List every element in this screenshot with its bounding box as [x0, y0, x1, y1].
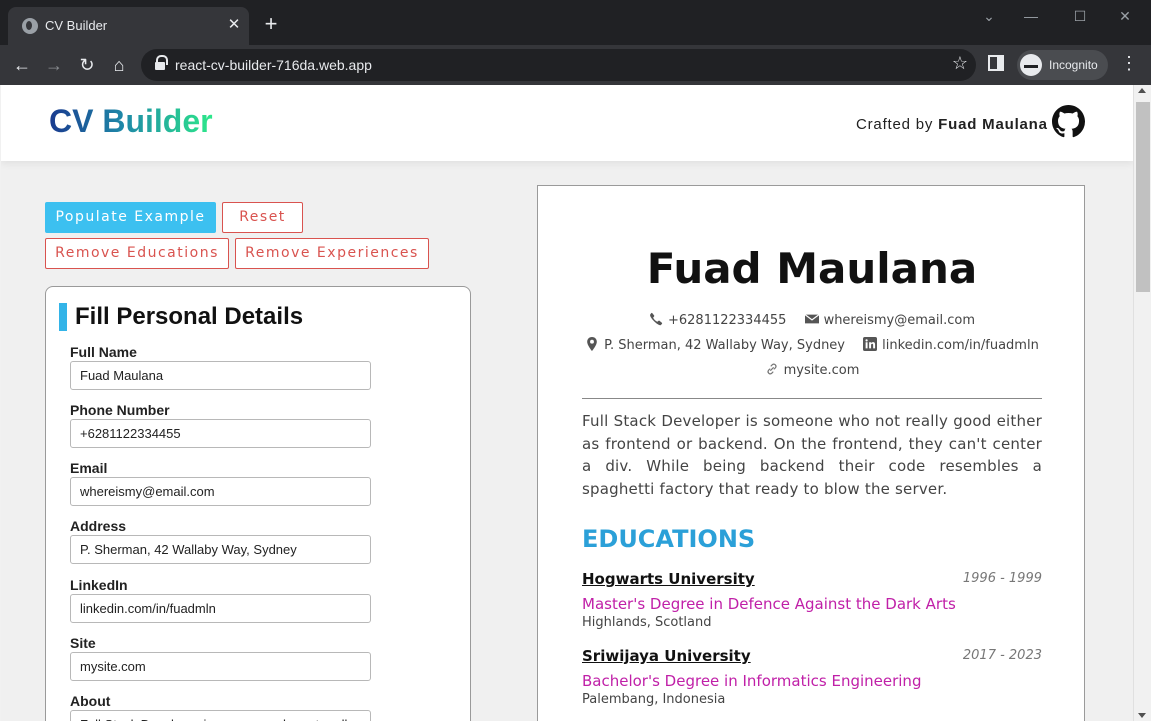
contact-linkedin: linkedin.com/in/fuadmln [863, 337, 1039, 353]
cv-email: whereismy@email.com [823, 313, 975, 328]
star-icon[interactable]: ☆ [952, 53, 968, 74]
globe-icon [22, 18, 38, 34]
education-school: Sriwijaya University [582, 647, 751, 665]
logo-part-1: CV [49, 103, 94, 139]
back-icon[interactable]: ← [10, 53, 34, 77]
contact-row-3: mysite.com [538, 362, 1086, 378]
contact-row-2: P. Sherman, 42 Wallaby Way, Sydney linke… [538, 337, 1086, 353]
about-label: About [70, 693, 111, 709]
site-header: CV Builder Crafted by Fuad Maulana [1, 85, 1133, 161]
crafted-by: Crafted by Fuad Maulana [856, 116, 1048, 133]
map-pin-icon [587, 337, 597, 351]
kebab-menu-icon[interactable]: ⋮ [1120, 53, 1138, 74]
phone-icon [650, 312, 663, 326]
browser-toolbar: ← → ↻ ⌂ react-cv-builder-716da.web.app ☆… [0, 45, 1151, 85]
education-degree: Master's Degree in Defence Against the D… [582, 595, 956, 613]
page-scrollbar[interactable] [1133, 85, 1151, 721]
education-place: Highlands, Scotland [582, 615, 712, 630]
cv-linkedin[interactable]: linkedin.com/in/fuadmln [882, 338, 1039, 353]
linkedin-label: LinkedIn [70, 577, 128, 593]
address-label: Address [70, 518, 127, 534]
contact-address: P. Sherman, 42 Wallaby Way, Sydney [585, 337, 845, 353]
incognito-badge[interactable]: Incognito [1017, 50, 1108, 80]
github-icon[interactable] [1052, 105, 1085, 138]
site-label: Site [70, 635, 96, 651]
education-school: Hogwarts University [582, 570, 755, 588]
linkedin-input[interactable]: linkedin.com/in/fuadmln [70, 594, 371, 623]
contact-phone: +6281122334455 [649, 312, 786, 328]
phone-label: Phone Number [70, 402, 170, 418]
title-accent-bar [59, 303, 67, 331]
email-label: Email [70, 460, 108, 476]
envelope-icon [804, 314, 819, 324]
scroll-up-arrow-icon[interactable] [1138, 88, 1146, 93]
cv-about: Full Stack Developer is someone who not … [582, 412, 1042, 498]
about-textarea[interactable]: Full Stack Developer is someone who not … [70, 710, 371, 721]
forward-icon[interactable]: → [42, 53, 66, 77]
close-icon[interactable]: ✕ [224, 15, 244, 35]
contact-site: mysite.com [765, 362, 860, 378]
linkedin-icon [863, 337, 878, 351]
side-panel-icon[interactable] [988, 55, 1004, 71]
form-title: Fill Personal Details [75, 303, 304, 330]
minimize-icon[interactable]: — [1016, 6, 1046, 26]
cv-site[interactable]: mysite.com [784, 363, 860, 378]
personal-details-form: Fill Personal Details Full Name Fuad Mau… [45, 286, 471, 721]
reset-button[interactable]: Reset [222, 202, 303, 233]
cv-divider [582, 398, 1042, 399]
remove-experiences-button[interactable]: Remove Experiences [235, 238, 429, 269]
address-input[interactable]: P. Sherman, 42 Wallaby Way, Sydney [70, 535, 371, 564]
link-icon [767, 363, 777, 375]
remove-educations-button[interactable]: Remove Educations [45, 238, 229, 269]
tab-title: CV Builder [45, 18, 108, 33]
phone-input[interactable]: +6281122334455 [70, 419, 371, 448]
cv-phone: +6281122334455 [668, 313, 787, 328]
logo-part-2: Builder [102, 103, 213, 139]
maximize-icon[interactable]: ☐ [1065, 6, 1095, 26]
email-input[interactable]: whereismy@email.com [70, 477, 371, 506]
contact-row-1: +6281122334455 whereismy@email.com [538, 312, 1086, 328]
incognito-icon [1020, 54, 1042, 76]
new-tab-button[interactable]: + [259, 13, 283, 37]
page-viewport: CV Builder Crafted by Fuad Maulana Popul… [1, 85, 1133, 721]
full-name-input[interactable]: Fuad Maulana [70, 361, 371, 390]
scroll-down-arrow-icon[interactable] [1138, 713, 1146, 718]
browser-tab-bar: CV Builder ✕ + ⌄ — ☐ ✕ [0, 0, 1151, 45]
full-name-label: Full Name [70, 344, 137, 360]
lock-icon[interactable] [155, 55, 168, 71]
address-bar[interactable]: react-cv-builder-716da.web.app ☆ [141, 49, 976, 81]
site-input[interactable]: mysite.com [70, 652, 371, 681]
contact-email: whereismy@email.com [804, 312, 975, 328]
browser-tab[interactable]: CV Builder ✕ [8, 7, 249, 45]
close-window-icon[interactable]: ✕ [1110, 6, 1140, 26]
crafted-prefix: Crafted by [856, 116, 934, 133]
education-degree: Bachelor's Degree in Informatics Enginee… [582, 672, 922, 690]
education-years: 2017 - 2023 [962, 648, 1042, 663]
educations-heading: EDUCATIONS [582, 525, 756, 553]
crafted-author: Fuad Maulana [938, 116, 1048, 133]
reload-icon[interactable]: ↻ [75, 53, 99, 77]
cv-name: Fuad Maulana [646, 244, 978, 293]
scroll-thumb[interactable] [1136, 102, 1150, 292]
cv-preview: Fuad Maulana +6281122334455 whereismy@em… [537, 185, 1085, 721]
url-text[interactable]: react-cv-builder-716da.web.app [175, 57, 372, 73]
populate-example-button[interactable]: Populate Example [45, 202, 216, 233]
tab-search-icon[interactable]: ⌄ [974, 6, 1004, 26]
cv-address: P. Sherman, 42 Wallaby Way, Sydney [604, 338, 845, 353]
site-logo[interactable]: CV Builder [49, 103, 213, 140]
incognito-label: Incognito [1049, 58, 1098, 72]
home-icon[interactable]: ⌂ [107, 53, 131, 77]
education-place: Palembang, Indonesia [582, 692, 726, 707]
education-years: 1996 - 1999 [962, 571, 1042, 586]
